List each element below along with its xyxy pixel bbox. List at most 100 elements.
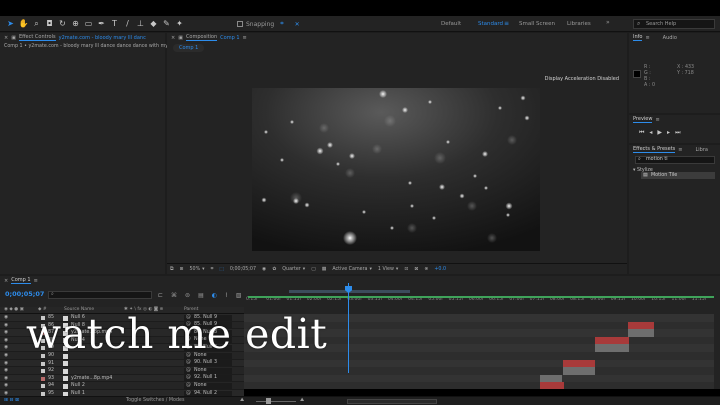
pan-behind-tool-icon[interactable]: ⊕ (71, 19, 80, 28)
region-of-interest-icon[interactable]: ▢ (311, 267, 316, 272)
shy-layers-icon[interactable]: ⊜ (185, 292, 190, 299)
layer-clip-bar[interactable] (628, 321, 654, 330)
zoom-out-icon[interactable]: ⛰ (240, 397, 244, 403)
region-icon[interactable]: ⬚ (219, 267, 224, 272)
layer-clip-bar[interactable] (540, 382, 564, 389)
always-preview-icon[interactable]: ⧉ (170, 266, 173, 272)
layer-name[interactable]: y2mate...8p.mp4 (71, 375, 112, 382)
close-icon[interactable]: × (4, 278, 8, 284)
render-time-icon[interactable]: ⊞ ⊟ ⊠ (4, 398, 19, 403)
preview-tab[interactable]: Preview ≡ (629, 115, 660, 124)
parent-dropdown[interactable]: @90. Null 3 (184, 360, 232, 367)
toggle-pixel-icon[interactable]: ⊡ (404, 267, 408, 272)
zoom-tool-icon[interactable]: ⌕ (32, 19, 41, 28)
timeline-tab[interactable]: × Comp 1 ≡ (0, 276, 38, 285)
last-frame-icon[interactable]: ⏭ (675, 129, 680, 137)
composition-tab[interactable]: × ▣ Composition Comp 1 ≡ (167, 33, 247, 42)
menu-icon[interactable]: ≡ (34, 278, 38, 284)
menu-icon[interactable]: ≡ (655, 117, 659, 123)
current-time-display[interactable]: 0;00;05;07 (5, 290, 44, 298)
resolution-dropdown[interactable]: Quarter ▾ (282, 267, 305, 272)
visibility-eye-icon[interactable]: ◉ (4, 360, 8, 367)
layer-clip-bar[interactable] (563, 367, 595, 375)
workspace-small-screen[interactable]: Small Screen (519, 21, 555, 27)
parent-dropdown[interactable]: @92. Null 1 (184, 375, 232, 382)
label-color-swatch[interactable] (41, 376, 45, 381)
menu-icon[interactable]: ≡ (243, 35, 247, 41)
snap-options-icon[interactable]: ⌗ (280, 20, 283, 28)
frame-blending-icon[interactable]: ▤ (198, 292, 204, 299)
visibility-eye-icon[interactable]: ◉ (4, 367, 8, 374)
menu-icon[interactable]: ≡ (645, 35, 649, 41)
parent-dropdown[interactable]: @ None (184, 367, 232, 374)
zoom-dropdown[interactable]: 50% ▾ (189, 267, 204, 272)
toggle-switches-modes[interactable]: Toggle Switches / Modes (126, 398, 185, 403)
exposure-value[interactable]: +0.0 (434, 267, 446, 272)
visibility-eye-icon[interactable]: ◉ (4, 375, 8, 382)
pick-whip-icon[interactable]: @ (186, 360, 191, 366)
mask-icon[interactable]: ▧ (236, 292, 242, 299)
brush-tool-icon[interactable]: / (123, 19, 132, 28)
search-help-input[interactable]: ⌕ Search Help (633, 19, 715, 29)
comp-flowchart-icon[interactable]: ⊏ (158, 292, 163, 299)
label-color-swatch[interactable] (41, 361, 45, 366)
grid-icon[interactable]: ⊞ (179, 267, 183, 272)
timeline-zoom-slider[interactable] (256, 401, 296, 402)
close-icon[interactable]: × (171, 35, 175, 41)
flowchart-icon[interactable]: ⊠ (414, 267, 418, 272)
layer-clip-bar[interactable] (595, 344, 629, 352)
camera-dropdown[interactable]: Active Camera ▾ (332, 267, 372, 272)
snapshot-icon[interactable]: ◉ (262, 267, 266, 272)
safe-zones-icon[interactable]: ⌗ (211, 266, 214, 272)
puppet-tool-icon[interactable]: ✦ (175, 19, 184, 28)
rotate-tool-icon[interactable]: ↻ (58, 19, 67, 28)
camera-tool-icon[interactable]: ◘ (45, 19, 54, 28)
timeline-scrollbar[interactable] (347, 399, 437, 404)
comp-navigator-pill[interactable]: Comp 1 (173, 44, 205, 52)
color-channel-icon[interactable]: ✿ (272, 267, 276, 272)
layer-row[interactable]: ◉ 94 Null 2 @ None (0, 382, 244, 390)
reset-exposure-icon[interactable]: ⊗ (424, 267, 428, 272)
draft-3d-icon[interactable]: ⌘ (171, 292, 177, 299)
viewer-timecode[interactable]: 0;00;05;07 (230, 267, 256, 272)
workspace-default[interactable]: Default (441, 21, 461, 27)
pick-whip-icon[interactable]: @ (186, 383, 191, 389)
motion-blur-icon[interactable]: ◐ (212, 292, 217, 299)
label-color-swatch[interactable] (41, 384, 45, 389)
layer-clip-bar[interactable] (595, 336, 629, 345)
workspace-overflow-icon[interactable]: » (606, 19, 610, 26)
lock-icon[interactable]: ▣ (178, 35, 183, 41)
snap-feature-icon[interactable]: ✕ (295, 21, 300, 28)
layer-row[interactable]: ◉ 93 y2mate...8p.mp4 @92. Null 1 (0, 374, 244, 383)
clone-stamp-tool-icon[interactable]: ⊥ (136, 19, 145, 28)
rectangle-tool-icon[interactable]: ▭ (84, 19, 93, 28)
visibility-eye-icon[interactable]: ◉ (4, 322, 8, 329)
previous-frame-icon[interactable]: ◂ (649, 129, 652, 137)
visibility-eye-icon[interactable]: ◉ (4, 337, 8, 344)
parent-dropdown[interactable]: @ None (184, 382, 232, 389)
workspace-libraries[interactable]: Libraries (567, 21, 591, 27)
audio-tab[interactable]: Audio (663, 35, 677, 41)
snapping-toggle[interactable]: Snapping ⌗ ✕ (237, 20, 300, 28)
type-tool-icon[interactable]: T (110, 19, 119, 28)
transparency-grid-icon[interactable]: ▦ (322, 267, 327, 272)
close-icon[interactable]: × (4, 35, 8, 41)
label-color-swatch[interactable] (41, 369, 45, 374)
timeline-search-input[interactable]: ⌕ (48, 291, 152, 299)
layer-clip-bar[interactable] (563, 359, 595, 368)
effect-motion-tile[interactable]: ▤ Motion Tile (641, 172, 715, 179)
eraser-tool-icon[interactable]: ◆ (149, 19, 158, 28)
visibility-eye-icon[interactable]: ◉ (4, 352, 8, 359)
info-tab[interactable]: Info (633, 34, 643, 41)
workspace-menu-icon[interactable]: ≡ (504, 20, 509, 27)
first-frame-icon[interactable]: ⏮ (639, 129, 644, 137)
menu-icon[interactable]: ≡ (678, 147, 682, 153)
selection-tool-icon[interactable]: ➤ (6, 19, 15, 28)
roto-brush-tool-icon[interactable]: ✎ (162, 19, 171, 28)
pick-whip-icon[interactable]: @ (186, 368, 191, 374)
graph-editor-icon[interactable]: ⌇ (225, 292, 228, 299)
libraries-tab[interactable]: Libra (695, 147, 707, 153)
layer-clip-bar[interactable] (540, 374, 562, 383)
visibility-eye-icon[interactable]: ◉ (4, 344, 8, 351)
hand-tool-icon[interactable]: ✋ (19, 19, 29, 28)
